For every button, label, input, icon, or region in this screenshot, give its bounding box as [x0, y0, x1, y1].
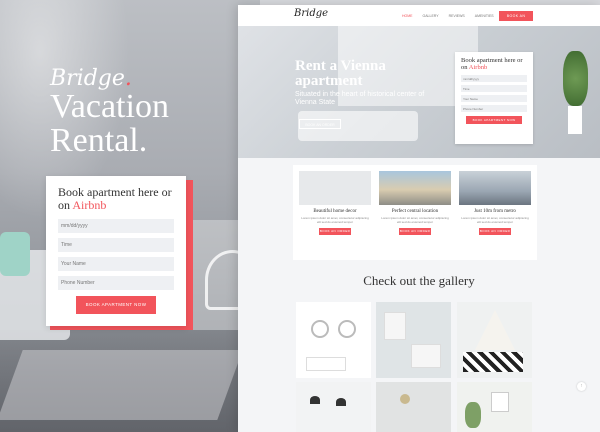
lamp-decoration	[400, 394, 410, 404]
nav-item-home[interactable]: HOME	[402, 14, 413, 18]
nav-item-reviews[interactable]: REVIEWS	[449, 14, 465, 18]
site-phone-field[interactable]: Phone Number	[461, 105, 527, 112]
window-decoration	[491, 392, 509, 412]
scroll-up-icon[interactable]: ↑	[577, 382, 586, 391]
lamp-decoration	[310, 396, 320, 404]
gallery-title: Check out the gallery	[363, 273, 475, 288]
book-apartment-button[interactable]: BOOK APARTMENT NOW	[76, 296, 156, 314]
website-preview: Bridge HOME GALLERY REVIEWS AMENITIES BO…	[238, 5, 600, 432]
feature-card-location: Perfect central location Lorem ipsum dol…	[379, 171, 451, 254]
promo-title: Vacation Rental.	[50, 90, 169, 158]
pillow-decoration	[0, 232, 30, 276]
time-field[interactable]: Time	[58, 238, 174, 252]
feature-title: Just 10m from metro	[474, 209, 516, 214]
site-header: Bridge HOME GALLERY REVIEWS AMENITIES BO…	[238, 5, 600, 28]
feature-book-button[interactable]: BOOK AN ORDER	[479, 228, 511, 235]
gallery-image-teepee[interactable]	[457, 302, 532, 378]
plant-decoration	[465, 402, 481, 428]
hero-subtitle: Situated in the heart of historical cent…	[295, 91, 425, 106]
bike-wheel-icon	[338, 320, 356, 338]
hero-heading: Rent a Vienna apartment	[295, 59, 386, 89]
shelf-decoration	[306, 357, 346, 371]
gallery-image-study[interactable]	[376, 302, 451, 378]
promo-title-line1: Vacation	[50, 88, 169, 125]
gallery-image-bike[interactable]	[296, 302, 371, 378]
feature-title: Perfect central location	[391, 209, 439, 214]
rug-pattern-decoration	[463, 352, 523, 372]
nav-item-amenities[interactable]: AMENITIES	[475, 14, 494, 18]
hero-plant-decoration	[563, 51, 588, 106]
site-name-field[interactable]: Your Name	[461, 95, 527, 102]
promo-title-line2: Rental.	[50, 122, 148, 159]
feature-text: Lorem ipsum dolor sit amet, consectetur …	[461, 216, 529, 224]
lamp-decoration	[336, 398, 346, 406]
site-booking-heading: Book apartment here or on Airbnb	[461, 57, 527, 71]
feature-image-kitchen	[299, 171, 371, 205]
phone-field[interactable]: Phone Number	[58, 276, 174, 290]
bike-wheel-icon	[311, 320, 329, 338]
hero-heading-line2: apartment	[295, 73, 363, 89]
features-section: Beautiful home decor Lorem ipsum dolor s…	[293, 165, 537, 260]
site-date-field[interactable]: mm/dd/yyyy	[461, 75, 527, 82]
letter-frame-decoration	[384, 312, 406, 340]
site-time-field[interactable]: Time	[461, 85, 527, 92]
teepee-decoration	[475, 310, 515, 350]
gallery-image-livingroom[interactable]	[457, 382, 532, 432]
nav-item-gallery[interactable]: GALLERY	[423, 14, 439, 18]
gallery-image-kitchen[interactable]	[376, 382, 451, 432]
site-book-apartment-button[interactable]: BOOK APARTMENT NOW	[466, 116, 522, 124]
feature-card-decor: Beautiful home decor Lorem ipsum dolor s…	[299, 171, 371, 254]
site-logo[interactable]: Bridge	[294, 8, 328, 19]
feature-card-metro: Just 10m from metro Lorem ipsum dolor si…	[459, 171, 531, 254]
feature-image-city	[379, 171, 451, 205]
hero-heading-line1: Rent a Vienna	[295, 58, 386, 74]
desk-decoration	[411, 344, 441, 368]
site-hero: Rent a Vienna apartment Situated in the …	[238, 26, 600, 158]
site-nav: HOME GALLERY REVIEWS AMENITIES	[402, 14, 494, 18]
feature-text: Lorem ipsum dolor sit amet, consectetur …	[381, 216, 449, 224]
feature-text: Lorem ipsum dolor sit amet, consectetur …	[301, 216, 369, 224]
gallery-image-lamps[interactable]	[296, 382, 371, 432]
rug-decoration	[0, 350, 243, 420]
site-booking-card: Book apartment here or on Airbnb mm/dd/y…	[455, 52, 533, 144]
nav-book-button[interactable]: BOOK AN ORDER	[499, 11, 533, 28]
hero-book-button[interactable]: BOOK AN ORDER	[299, 119, 341, 129]
site-airbnb-link[interactable]: Airbnb	[469, 64, 487, 71]
promo-booking-heading: Book apartment here or on Airbnb	[58, 186, 174, 212]
feature-book-button[interactable]: BOOK AN ORDER	[399, 228, 431, 235]
name-field[interactable]: Your Name	[58, 257, 174, 271]
feature-image-metro	[459, 171, 531, 205]
feature-book-button[interactable]: BOOK AN ORDER	[319, 228, 351, 235]
airbnb-link[interactable]: Airbnb	[72, 198, 106, 212]
feature-title: Beautiful home decor	[313, 209, 357, 214]
promo-booking-card: Book apartment here or on Airbnb mm/dd/y…	[46, 176, 186, 326]
date-field[interactable]: mm/dd/yyyy	[58, 219, 174, 233]
hero-pot-decoration	[568, 106, 582, 134]
